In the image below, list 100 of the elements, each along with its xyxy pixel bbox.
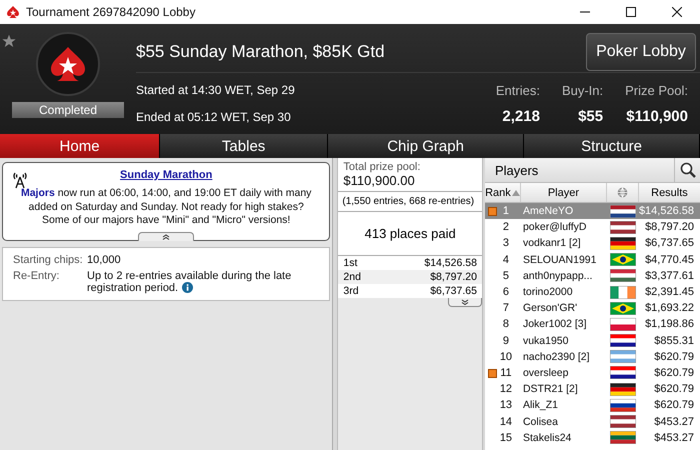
player-name: torino2000 <box>522 286 574 298</box>
result-cell-text: $4,770.45 <box>644 254 695 266</box>
window-title: Tournament 2697842090 Lobby <box>26 5 196 19</box>
result-cell-text: $6,737.65 <box>644 237 695 250</box>
prize-place: 3rd <box>343 285 359 297</box>
flag-icon <box>610 431 636 444</box>
result-cell-text: $620.79 <box>653 383 695 396</box>
tab[interactable]: Structure <box>524 134 700 158</box>
player-name: Alik_Z1 <box>522 399 559 412</box>
result-cell-text: $453.27 <box>653 416 695 428</box>
search-icon <box>680 162 696 178</box>
rank-cell-text: 15 <box>498 432 514 444</box>
chevron-down-icon <box>460 299 469 305</box>
tab[interactable]: Chip Graph <box>328 134 524 158</box>
chevron-up-icon <box>162 234 170 240</box>
column-header[interactable]: Rank <box>484 183 521 202</box>
flag-icon <box>610 269 636 282</box>
column-header[interactable]: Results <box>638 183 700 202</box>
prize-pool-total: $110,900.00 <box>343 173 416 188</box>
rank-cell-text: 9 <box>502 334 510 347</box>
result-cell-text: $620.79 <box>653 399 695 412</box>
prize-amount: $6,737.65 <box>430 285 477 297</box>
flag-icon <box>610 318 636 331</box>
info-icon[interactable] <box>182 282 194 293</box>
stat-value: $55 <box>578 108 604 125</box>
player-name: poker@luffyD <box>522 221 588 234</box>
stat-value: $110,900 <box>626 108 688 125</box>
end-time: Ended at 05:12 WET, Sep 30 <box>136 110 292 124</box>
flag-icon <box>610 253 636 266</box>
tab[interactable]: Tables <box>160 134 328 158</box>
player-name: Stakelis24 <box>522 432 572 444</box>
player-name: Gerson'GR' <box>522 302 578 314</box>
flag-icon <box>610 236 636 250</box>
stat-value: 2,218 <box>502 108 540 125</box>
player-name: SELOUAN1991 <box>522 254 598 266</box>
result-cell-text: $620.79 <box>653 350 695 363</box>
result-cell-text: $8,797.20 <box>644 221 695 234</box>
flag-icon <box>610 350 636 364</box>
globe-icon <box>616 187 628 198</box>
prize-amount: $8,797.20 <box>430 271 477 283</box>
rank-cell-text: 7 <box>502 302 510 314</box>
flag-icon <box>610 415 636 428</box>
player-name: AmeNeYO <box>522 205 574 218</box>
flag-icon <box>610 366 636 380</box>
flag-icon <box>610 220 636 234</box>
poker-lobby-button[interactable]: Poker Lobby <box>586 33 696 71</box>
player-name: nacho2390 [2] <box>522 350 590 363</box>
favorite-star-icon[interactable] <box>2 34 16 48</box>
column-header[interactable]: Player <box>520 183 607 202</box>
maximize-icon <box>626 7 636 17</box>
detail-label: Re-Entry: <box>13 270 60 284</box>
rank-cell-text: 14 <box>498 416 514 428</box>
result-cell-text: $1,198.86 <box>644 318 695 330</box>
stat-label: Entries: <box>496 83 540 98</box>
player-name: vuka1950 <box>522 334 570 347</box>
tournament-title: $55 Sunday Marathon, $85K Gtd <box>136 42 385 62</box>
rank-cell-text: 12 <box>498 383 514 396</box>
entries-note: (1,550 entries, 668 re-entries) <box>338 192 482 212</box>
player-name: Joker1002 [3] <box>522 318 588 330</box>
prize-place: 2nd <box>343 271 361 283</box>
player-name: oversleep <box>522 366 570 379</box>
rank-cell-text: 5 <box>502 270 510 282</box>
sort-arrow-icon <box>512 190 520 196</box>
rank-cell-text: 11 <box>499 366 513 379</box>
prize-pool-label: Total prize pool: <box>343 161 422 173</box>
rank-cell-text: 1 <box>502 205 510 218</box>
result-cell-text: $620.79 <box>653 366 695 379</box>
flag-icon <box>610 398 636 412</box>
news-title-link[interactable]: Sunday Marathon <box>120 169 212 181</box>
start-time: Started at 14:30 WET, Sep 29 <box>136 83 295 98</box>
result-cell-text: $14,526.58 <box>638 205 695 218</box>
stat-label: Prize Pool: <box>625 83 688 98</box>
flag-icon <box>610 382 636 396</box>
detail-label: Starting chips: <box>13 254 84 266</box>
flag-icon <box>610 334 636 348</box>
rank-cell-text: 6 <box>502 286 510 298</box>
rank-cell-text: 3 <box>502 237 510 250</box>
rank-cell-text: 13 <box>498 399 514 412</box>
tab[interactable]: Home <box>0 134 160 158</box>
news-text: Majors now run at 06:00, 14:00, and 19:00 ET daily with many added on Saturday and Sunday. Not ready for high stakes? Some of our majors have "Mini" and "Micro" versions! <box>20 187 312 228</box>
rank-cell-text: 2 <box>502 221 510 234</box>
player-name: anth0nypapp... <box>522 270 594 282</box>
player-name: vodkanr1 [2] <box>522 237 582 250</box>
stat-label: Buy-In: <box>562 83 604 98</box>
rank-cell-text: 4 <box>502 254 510 266</box>
collapse-button[interactable] <box>138 232 194 241</box>
rank-cell-text: 8 <box>502 318 510 330</box>
result-cell-text: $453.27 <box>653 432 695 444</box>
detail-value: 10,000 <box>87 254 122 266</box>
expand-button[interactable] <box>448 298 482 307</box>
flag-icon <box>610 204 636 218</box>
player-name: Colisea <box>522 416 559 428</box>
close-icon <box>672 7 682 17</box>
players-title: Players <box>494 162 538 178</box>
prize-amount: $14,526.58 <box>424 257 477 269</box>
player-name: DSTR21 [2] <box>522 383 579 396</box>
places-paid: 413 places paid <box>338 212 482 256</box>
app-logo-icon <box>6 5 20 19</box>
result-cell-text: $3,377.61 <box>644 270 695 282</box>
status-ribbon: Completed <box>12 102 124 118</box>
